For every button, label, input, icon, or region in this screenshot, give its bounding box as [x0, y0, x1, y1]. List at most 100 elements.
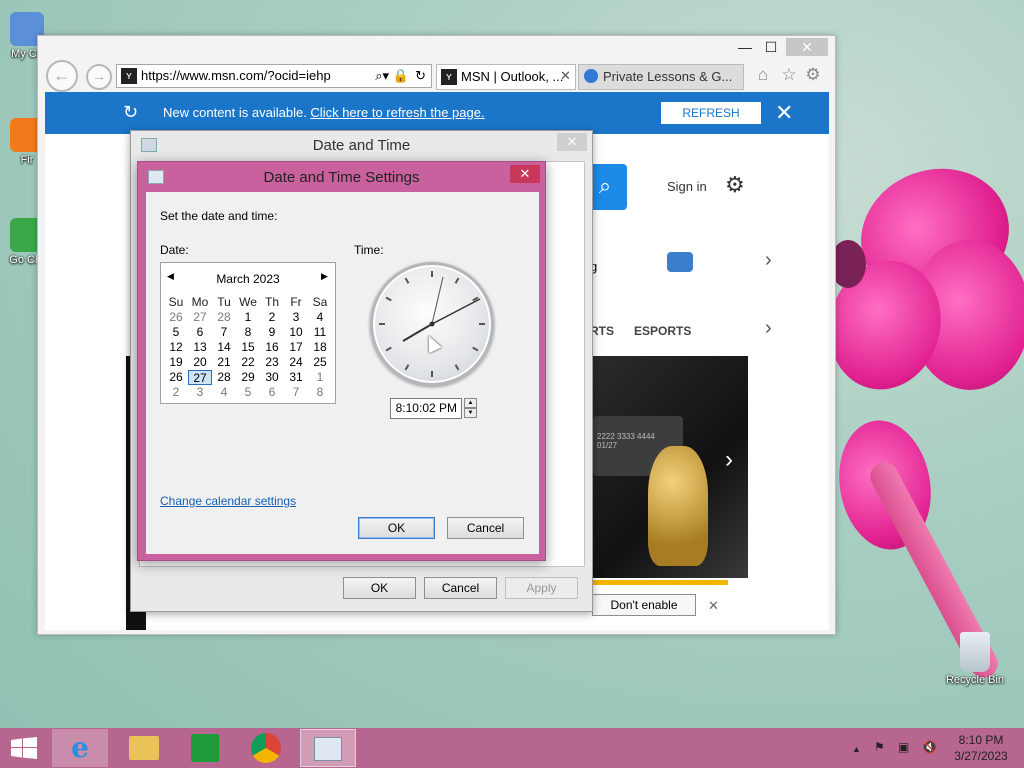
calendar-day[interactable]: 24 [284, 355, 308, 370]
tab-msn-label: MSN | Outlook, ... [461, 69, 564, 84]
start-button[interactable] [0, 729, 48, 767]
calendar-day[interactable]: 14 [212, 340, 236, 355]
calendar-day[interactable]: 20 [188, 355, 212, 370]
calendar-day[interactable]: 28 [212, 370, 236, 385]
time-label: Time: [354, 243, 384, 257]
time-spin-down[interactable]: ▼ [464, 408, 477, 418]
calendar-day[interactable]: 7 [212, 325, 236, 340]
next-month-button[interactable]: ▶ [321, 271, 328, 282]
calendar-day[interactable]: 1 [308, 370, 332, 385]
calendar-day[interactable]: 3 [188, 385, 212, 400]
calendar-day[interactable]: 8 [308, 385, 332, 400]
calendar-day[interactable]: 6 [188, 325, 212, 340]
calendar-day[interactable]: 5 [236, 385, 260, 400]
hero-image[interactable]: 2222 3333 4444 01/27 › [593, 356, 748, 578]
clock-area[interactable]: 8:10 PM 3/27/2023 [945, 733, 1017, 763]
taskbar-ie-button[interactable]: e [52, 729, 108, 767]
ok-button[interactable]: OK [343, 577, 416, 599]
chevron-right-icon[interactable]: › [765, 317, 772, 340]
apply-button[interactable]: Apply [505, 577, 578, 599]
calendar-day[interactable]: 18 [308, 340, 332, 355]
cancel-button[interactable]: Cancel [447, 517, 524, 539]
calendar-day[interactable]: 31 [284, 370, 308, 385]
minimize-button[interactable]: — [732, 38, 758, 56]
calendar-day[interactable]: 15 [236, 340, 260, 355]
calendar-day[interactable]: 17 [284, 340, 308, 355]
sign-in-link[interactable]: Sign in [667, 179, 707, 194]
calendar-day[interactable]: 10 [284, 325, 308, 340]
calendar-day[interactable]: 26 [164, 310, 188, 325]
calendar-day[interactable]: 6 [260, 385, 284, 400]
calendar-day[interactable]: 29 [236, 370, 260, 385]
month-title[interactable]: March 2023 [161, 272, 335, 286]
calendar-day[interactable]: 28 [212, 310, 236, 325]
calendar-day[interactable]: 1 [236, 310, 260, 325]
close-button[interactable]: ✕ [786, 38, 828, 56]
taskbar-explorer-button[interactable] [116, 729, 172, 767]
cancel-button[interactable]: Cancel [424, 577, 497, 599]
calendar-day[interactable]: 23 [260, 355, 284, 370]
change-calendar-settings-link[interactable]: Change calendar settings [160, 494, 296, 508]
calendar-day[interactable]: 7 [284, 385, 308, 400]
address-bar[interactable]: ʏ https://www.msn.com/?ocid=iehp ⌕▾ 🔒 ↻ [116, 64, 432, 88]
calendar-day[interactable]: 11 [308, 325, 332, 340]
tab-msn[interactable]: ʏ MSN | Outlook, ... [436, 64, 576, 90]
calendar-day[interactable]: 3 [284, 310, 308, 325]
calendar-day[interactable]: 25 [308, 355, 332, 370]
time-input[interactable]: 8:10:02 PM [390, 398, 462, 419]
back-button[interactable]: ← [46, 60, 78, 92]
car-icon [667, 252, 693, 272]
tab-private-lessons[interactable]: Private Lessons & G... [578, 64, 744, 90]
ok-button[interactable]: OK [358, 517, 435, 539]
calendar-day[interactable]: 16 [260, 340, 284, 355]
refresh-icon[interactable]: ↻ [415, 65, 426, 87]
maximize-button[interactable]: ☐ [758, 38, 784, 56]
calendar-day[interactable]: 22 [236, 355, 260, 370]
calendar-day[interactable]: 30 [260, 370, 284, 385]
calendar-day[interactable]: 21 [212, 355, 236, 370]
refresh-button[interactable]: REFRESH [661, 102, 761, 124]
address-text: https://www.msn.com/?ocid=iehp [141, 68, 331, 83]
calendar-day-selected[interactable]: 27 [188, 370, 212, 385]
nav-esports[interactable]: ESPORTS [634, 324, 691, 338]
action-center-flag-icon[interactable]: ⚑ [874, 740, 885, 754]
minute-hand [431, 298, 481, 325]
calendar-day[interactable]: 26 [164, 370, 188, 385]
forward-button[interactable]: → [86, 64, 112, 90]
prompt-close-icon[interactable]: ✕ [708, 598, 719, 614]
favorites-star-icon[interactable]: ☆ [778, 64, 800, 86]
calendar-day[interactable]: 9 [260, 325, 284, 340]
taskbar-datetime-button[interactable] [300, 729, 356, 767]
settings-gear-icon[interactable]: ⚙ [802, 64, 824, 86]
taskbar-chrome-button[interactable] [238, 729, 294, 767]
volume-muted-icon[interactable]: 🔇 [922, 740, 937, 754]
tab-close-icon[interactable]: ✕ [560, 68, 571, 84]
chevron-right-icon[interactable]: › [725, 446, 733, 474]
calendar-day[interactable]: 19 [164, 355, 188, 370]
taskbar-store-button[interactable] [177, 729, 233, 767]
calendar-day[interactable]: 8 [236, 325, 260, 340]
calendar-day[interactable]: 27 [188, 310, 212, 325]
calendar-day[interactable]: 2 [164, 385, 188, 400]
calendar-day[interactable]: 5 [164, 325, 188, 340]
show-hidden-icons-button[interactable]: ▲ [852, 744, 861, 754]
calendar-day[interactable]: 13 [188, 340, 212, 355]
network-icon[interactable]: ▣ [898, 740, 909, 754]
nav-sports[interactable]: RTS [590, 324, 614, 338]
dont-enable-button[interactable]: Don't enable [592, 594, 696, 616]
calendar-day[interactable]: 4 [308, 310, 332, 325]
home-icon[interactable]: ⌂ [752, 64, 774, 86]
dialog-close-button[interactable]: ✕ [557, 133, 587, 151]
chevron-right-icon[interactable]: › [765, 249, 772, 272]
calendar-day[interactable]: 12 [164, 340, 188, 355]
page-tab-icon [584, 69, 598, 83]
notification-close-icon[interactable]: ✕ [775, 100, 793, 126]
search-icon[interactable]: ⌕▾ [375, 65, 389, 87]
recycle-bin-icon[interactable]: Recycle Bin [940, 632, 1010, 686]
calendar-day[interactable]: 4 [212, 385, 236, 400]
settings-gear-icon[interactable]: ⚙ [725, 172, 745, 198]
calendar-day[interactable]: 2 [260, 310, 284, 325]
dialog-close-button[interactable]: ✕ [510, 165, 540, 183]
time-spin-up[interactable]: ▲ [464, 398, 477, 408]
refresh-page-link[interactable]: Click here to refresh the page. [310, 105, 484, 120]
